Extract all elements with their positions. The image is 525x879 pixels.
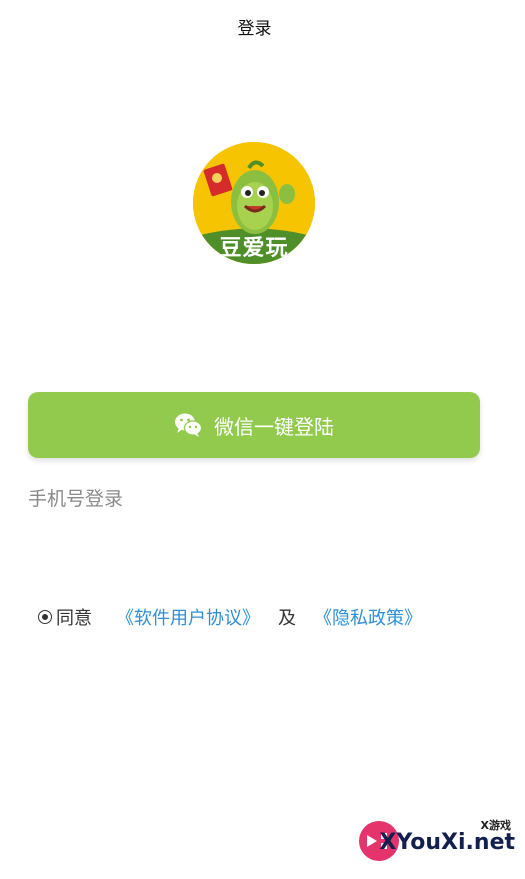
site-watermark: X游戏 XYouXi.net: [357, 817, 519, 865]
phone-login-link[interactable]: 手机号登录: [28, 484, 123, 511]
wechat-icon: [174, 412, 203, 438]
wechat-login-label: 微信一键登陆: [214, 414, 334, 439]
wechat-login-button[interactable]: 微信一键登陆: [28, 392, 480, 458]
agree-radio[interactable]: [38, 610, 52, 624]
and-label: 及: [278, 608, 296, 629]
user-agreement-link[interactable]: 《软件用户协议》: [116, 604, 260, 630]
page-title: 登录: [237, 19, 272, 39]
privacy-policy-link[interactable]: 《隐私政策》: [314, 604, 422, 630]
logo-text: 豆爱玩: [219, 236, 289, 261]
agreement-row: 同意 《软件用户协议》 及 《隐私政策》: [38, 604, 422, 630]
agree-label: 同意: [56, 608, 92, 629]
watermark-main-text: XYouXi.net: [379, 830, 515, 855]
app-logo: 豆爱玩: [193, 142, 315, 264]
